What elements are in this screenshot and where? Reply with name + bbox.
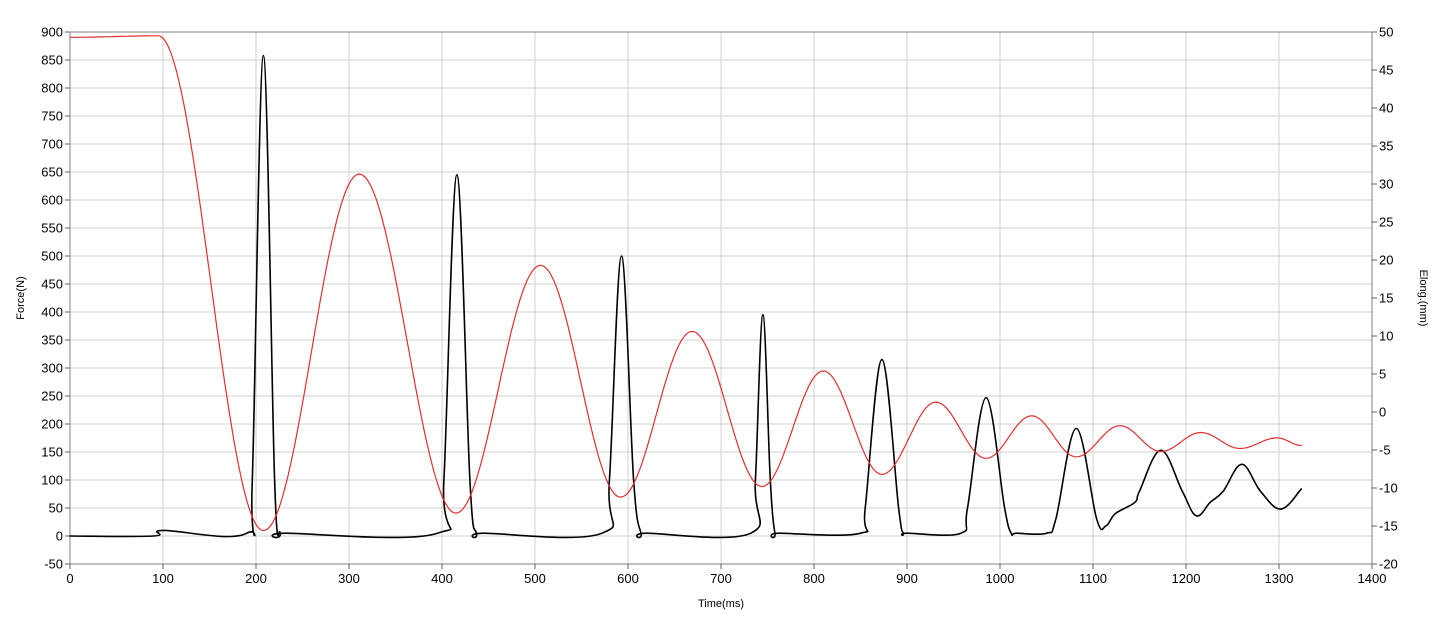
right-y-tick-label: 20 xyxy=(1379,253,1393,268)
left-y-tick-label: 0 xyxy=(56,529,63,544)
left-y-tick-label: 900 xyxy=(41,25,63,40)
left-y-tick-label: 400 xyxy=(41,305,63,320)
left-y-tick-label: -50 xyxy=(44,557,63,572)
x-tick-label: 1200 xyxy=(1172,571,1201,586)
right-y-tick-label: 15 xyxy=(1379,291,1393,306)
x-axis-label: Time(ms) xyxy=(698,598,744,610)
left-y-tick-label: 50 xyxy=(49,501,63,516)
left-y-tick-label: 200 xyxy=(41,417,63,432)
left-y-tick-label: 300 xyxy=(41,361,63,376)
right-y-tick-label: 10 xyxy=(1379,329,1393,344)
dual-axis-line-chart: 0 100 200 300 400 500 600 700 800 900 1000 1100 1200… xyxy=(0,0,1443,625)
left-y-tick-label: 100 xyxy=(41,473,63,488)
right-y-tick-label: 40 xyxy=(1379,101,1393,116)
x-tick-label: 900 xyxy=(896,571,918,586)
left-y-tick-label: 850 xyxy=(41,53,63,68)
x-tick-label: 400 xyxy=(431,571,453,586)
x-tick-label: 300 xyxy=(338,571,360,586)
left-y-tick-label: 500 xyxy=(41,249,63,264)
left-y-tick-label: 800 xyxy=(41,81,63,96)
left-y-tick-label: 250 xyxy=(41,389,63,404)
right-y-tick-label: -20 xyxy=(1379,557,1398,572)
x-tick-label: 100 xyxy=(152,571,174,586)
left-y-tick-label: 700 xyxy=(41,137,63,152)
x-tick-label: 1000 xyxy=(986,571,1015,586)
x-tick-label: 700 xyxy=(710,571,732,586)
right-y-tick-label: 0 xyxy=(1379,405,1386,420)
x-tick-label: 1100 xyxy=(1079,571,1107,586)
left-y-tick-label: 750 xyxy=(41,109,63,124)
right-y-tick-label: 30 xyxy=(1379,177,1393,192)
x-tick-label: 0 xyxy=(66,571,73,586)
left-y-tick-label: 600 xyxy=(41,193,63,208)
right-y-tick-label: 5 xyxy=(1379,367,1386,382)
left-y-tick-label: 450 xyxy=(41,277,63,292)
left-y-tick-label: 650 xyxy=(41,165,63,180)
right-y-tick-label: -15 xyxy=(1379,519,1398,534)
x-tick-label: 600 xyxy=(617,571,639,586)
right-y-tick-label: -5 xyxy=(1379,443,1391,458)
left-y-tick-label: 150 xyxy=(41,445,63,460)
left-y-tick-label: 350 xyxy=(41,333,63,348)
right-y-tick-label: 45 xyxy=(1379,63,1393,78)
left-y-tick-label: 550 xyxy=(41,221,63,236)
x-tick-label: 1400 xyxy=(1358,571,1387,586)
right-y-tick-label: 25 xyxy=(1379,215,1393,230)
x-tick-label: 500 xyxy=(524,571,546,586)
x-tick-label: 200 xyxy=(245,571,267,586)
x-tick-label: 800 xyxy=(803,571,825,586)
left-y-axis-label: Force(N) xyxy=(15,276,27,319)
right-y-tick-label: 35 xyxy=(1379,139,1393,154)
right-y-axis-label: Elong.(mm) xyxy=(1417,270,1429,327)
x-tick-label: 1300 xyxy=(1265,571,1294,586)
right-y-tick-label: -10 xyxy=(1379,481,1398,496)
right-y-tick-label: 50 xyxy=(1379,25,1393,40)
